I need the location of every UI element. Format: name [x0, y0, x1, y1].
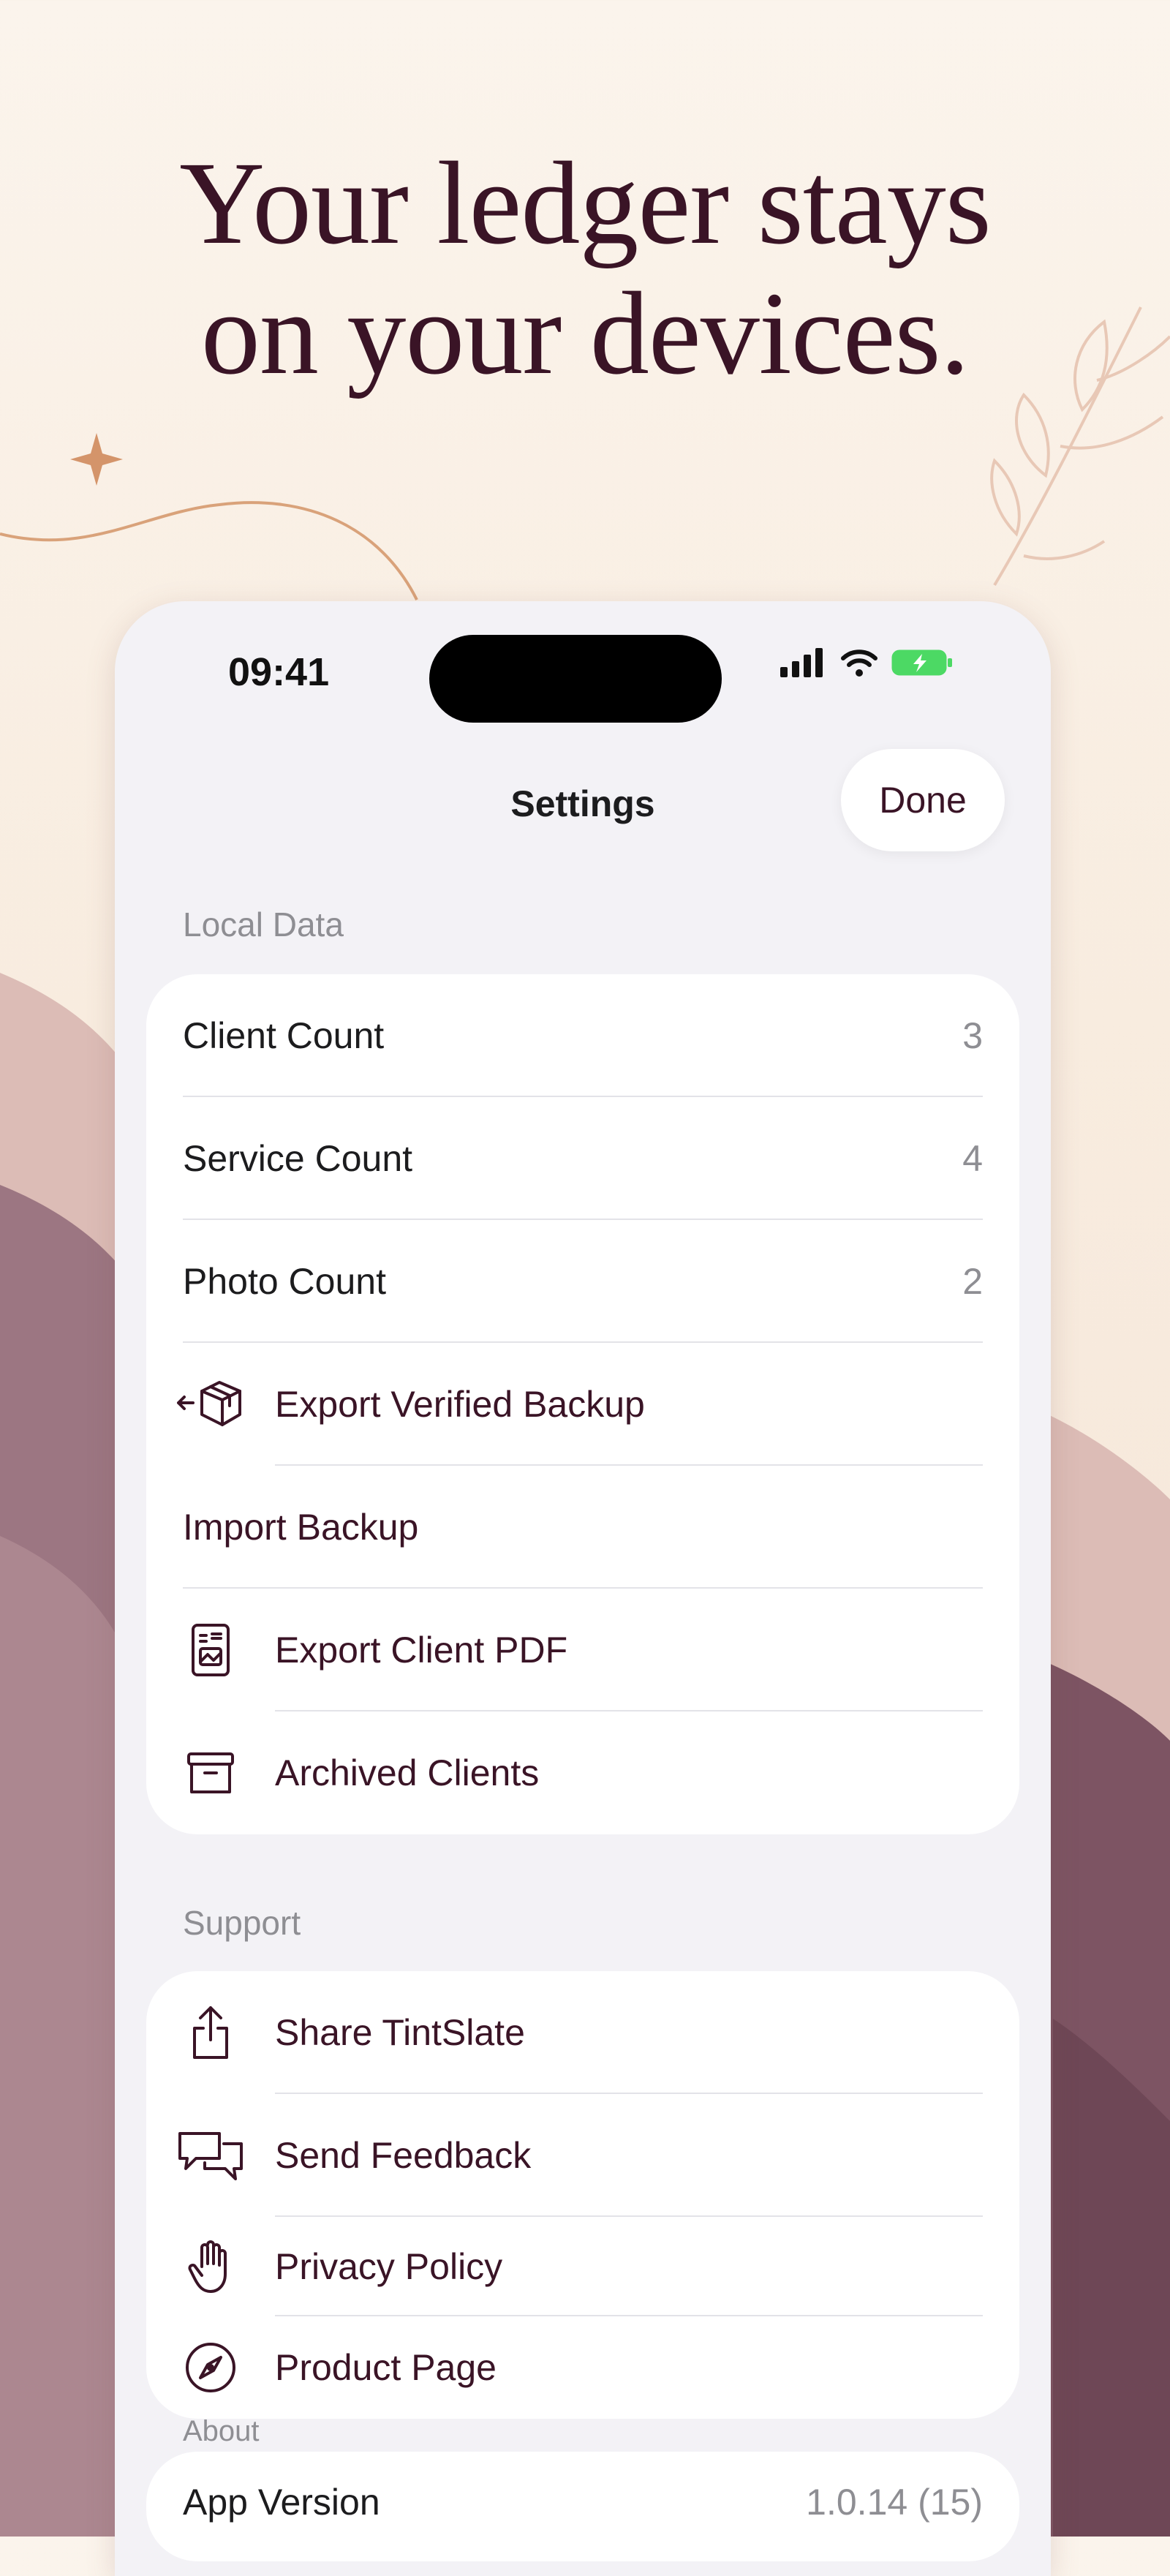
compass-icon	[176, 2338, 246, 2397]
photo-count-label: Photo Count	[183, 1261, 386, 1302]
client-count-row: Client Count 3	[146, 974, 1019, 1097]
wifi-icon	[841, 649, 878, 677]
archived-clients-label: Archived Clients	[275, 1752, 540, 1793]
chat-bubbles-icon	[176, 2126, 246, 2185]
client-count-label: Client Count	[183, 1015, 385, 1056]
app-version-value: 1.0.14 (15)	[806, 2482, 983, 2523]
send-feedback-button[interactable]: Send Feedback	[146, 2094, 1019, 2217]
app-version-label: App Version	[183, 2482, 380, 2523]
product-page-label: Product Page	[275, 2347, 497, 2388]
photo-count-value: 2	[962, 1261, 983, 1302]
photo-count-row: Photo Count 2	[146, 1220, 1019, 1343]
client-count-value: 3	[962, 1015, 983, 1056]
export-verified-backup-label: Export Verified Backup	[275, 1384, 645, 1425]
privacy-policy-label: Privacy Policy	[275, 2246, 503, 2287]
export-verified-backup-button[interactable]: Export Verified Backup	[146, 1343, 1019, 1466]
import-backup-button[interactable]: Import Backup	[146, 1466, 1019, 1589]
import-backup-label: Import Backup	[183, 1507, 419, 1548]
headline-line-2: on your devices.	[200, 268, 970, 399]
share-tintslate-label: Share TintSlate	[275, 2012, 525, 2053]
share-tintslate-button[interactable]: Share TintSlate	[146, 1971, 1019, 2094]
done-button[interactable]: Done	[841, 749, 1005, 851]
export-client-pdf-button[interactable]: Export Client PDF	[146, 1589, 1019, 1711]
app-version-row: App Version 1.0.14 (15)	[146, 2452, 1019, 2561]
product-page-button[interactable]: Product Page	[146, 2316, 1019, 2419]
service-count-label: Service Count	[183, 1138, 413, 1179]
dynamic-island	[429, 635, 722, 723]
service-count-value: 4	[962, 1138, 983, 1179]
battery-charging-icon	[891, 649, 952, 676]
service-count-row: Service Count 4	[146, 1097, 1019, 1220]
send-feedback-label: Send Feedback	[275, 2135, 532, 2176]
status-bar: 09:41	[115, 601, 1051, 723]
archive-box-icon	[176, 1744, 246, 1802]
status-time: 09:41	[228, 650, 330, 694]
document-image-icon	[176, 1621, 246, 1679]
local-data-card: Client Count 3 Service Count 4 Photo Cou…	[146, 974, 1019, 1834]
privacy-policy-button[interactable]: Privacy Policy	[146, 2217, 1019, 2316]
export-client-pdf-label: Export Client PDF	[275, 1630, 568, 1671]
support-card: Share TintSlate Send Feedback Privacy Po…	[146, 1971, 1019, 2419]
cellular-signal-icon	[780, 648, 823, 677]
section-header-local-data: Local Data	[183, 905, 344, 944]
section-header-about: About	[183, 2415, 260, 2447]
share-icon	[176, 2003, 246, 2062]
section-header-support: Support	[183, 1904, 301, 1942]
hand-raised-icon	[176, 2237, 246, 2296]
phone-screen: 09:41 Settings Done Local Data Client Co…	[115, 601, 1051, 2576]
status-icons	[780, 648, 954, 677]
marketing-headline: Your ledger stays on your devices.	[0, 139, 1170, 399]
navigation-bar: Settings Done	[115, 747, 1051, 851]
about-card: App Version 1.0.14 (15)	[146, 2452, 1019, 2561]
headline-line-1: Your ledger stays	[179, 138, 992, 269]
archived-clients-button[interactable]: Archived Clients	[146, 1711, 1019, 1834]
shipping-box-icon	[176, 1375, 246, 1434]
